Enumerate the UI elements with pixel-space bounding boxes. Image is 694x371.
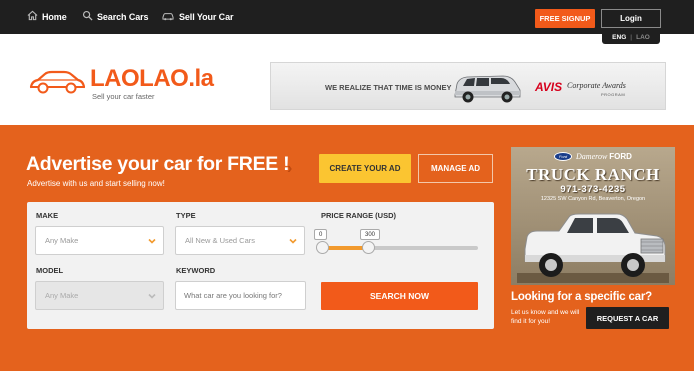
car-icon xyxy=(161,10,175,23)
keyword-label: KEYWORD xyxy=(176,266,216,275)
model-select-value: Any Make xyxy=(45,291,79,300)
logo-car-icon xyxy=(29,70,86,94)
nav-sell-your-car[interactable]: Sell Your Car xyxy=(161,10,233,23)
manage-ad-button[interactable]: MANAGE AD xyxy=(418,154,493,183)
price-range-label: PRICE RANGE (USD) xyxy=(321,211,397,220)
make-select[interactable]: Any Make xyxy=(35,226,164,255)
request-heading: Looking for a specific car? xyxy=(511,291,652,303)
language-switcher: ENG | LAO xyxy=(602,31,660,44)
model-label: MODEL xyxy=(36,266,64,275)
chevron-right-icon: › xyxy=(287,160,293,177)
ford-logo: Ford xyxy=(554,151,573,161)
language-lao[interactable]: LAO xyxy=(636,34,650,41)
logo-tagline: Sell your car faster xyxy=(92,92,155,101)
banner-program: PROGRAM xyxy=(601,92,626,97)
home-icon xyxy=(27,10,38,23)
hero-subline: Advertise with us and start selling now! xyxy=(27,179,165,188)
nav-search-cars[interactable]: Search Cars xyxy=(82,10,149,23)
language-separator: | xyxy=(630,34,633,41)
pickup-truck-image xyxy=(517,213,669,283)
site-logo[interactable]: LAOLAO.la Sell your car faster xyxy=(28,63,228,103)
search-icon xyxy=(82,10,93,23)
free-signup-button[interactable]: FREE SIGNUP xyxy=(535,9,595,28)
search-now-button[interactable]: SEARCH NOW xyxy=(321,282,478,310)
ad-header: Ford Damerow FORD xyxy=(511,147,675,165)
chevron-down-icon xyxy=(148,238,156,244)
language-eng[interactable]: ENG xyxy=(612,34,626,41)
make-label: MAKE xyxy=(36,211,59,220)
chevron-down-icon xyxy=(289,238,297,244)
nav-home[interactable]: Home xyxy=(27,10,67,23)
nav-home-label: Home xyxy=(42,11,67,22)
nav-search-cars-label: Search Cars xyxy=(97,11,149,22)
truck-ranch-ad[interactable]: Ford Damerow FORD TRUCK RANCH 971-373-42… xyxy=(511,147,675,285)
price-min-handle[interactable] xyxy=(316,241,329,254)
banner-award: Corporate Awards xyxy=(567,81,626,90)
price-min-value: 0 xyxy=(314,229,328,240)
ad-title: TRUCK RANCH xyxy=(526,165,660,184)
request-a-car-button[interactable]: REQUEST A CAR xyxy=(586,307,669,329)
create-your-ad-button[interactable]: CREATE YOUR AD xyxy=(319,154,411,183)
keyword-input[interactable]: What car are you looking for? xyxy=(175,281,306,310)
minivan-image xyxy=(454,75,521,103)
login-button[interactable]: Login xyxy=(601,9,661,28)
nav-sell-your-car-label: Sell Your Car xyxy=(179,11,234,22)
hero-headline: Advertise your car for FREE ! xyxy=(26,153,290,175)
ad-dealer-name: Damerow FORD xyxy=(576,151,632,161)
logo-text: LAOLAO.la xyxy=(90,65,214,92)
banner-text: WE REALIZE THAT TIME IS MONEY xyxy=(325,83,452,92)
type-select[interactable]: All New & Used Cars xyxy=(175,226,305,255)
ad-address: 12325 SW Canyon Rd, Beaverton, Oregon xyxy=(540,196,646,202)
model-select[interactable]: Any Make xyxy=(35,281,164,310)
ad-phone: 971-373-4235 xyxy=(560,184,626,195)
price-max-value: 300 xyxy=(360,229,381,240)
chevron-down-icon xyxy=(148,293,156,299)
price-max-handle[interactable] xyxy=(362,241,375,254)
avis-logo: AVIS xyxy=(535,80,563,94)
make-select-value: Any Make xyxy=(45,236,79,245)
request-text: Let us know and we will find it for you! xyxy=(511,309,580,325)
type-label: TYPE xyxy=(176,211,196,220)
avis-banner-ad[interactable]: WE REALIZE THAT TIME IS MONEY AVIS Corpo… xyxy=(270,62,666,110)
type-select-value: All New & Used Cars xyxy=(185,236,256,245)
